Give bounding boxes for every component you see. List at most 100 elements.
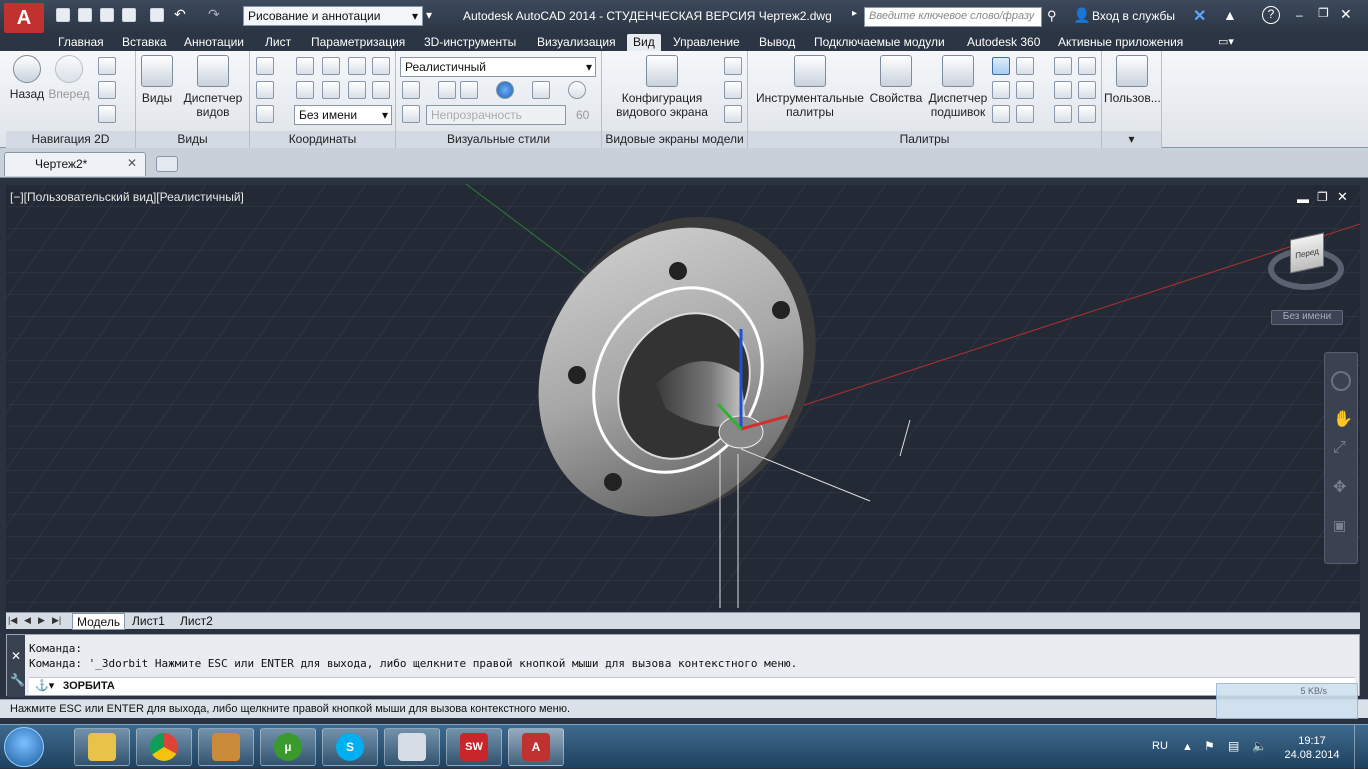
views-button[interactable]: Виды [138,55,176,105]
drawing-viewport[interactable]: [−][Пользовательский вид][Реалистичный] … [6,184,1360,612]
volume-icon[interactable]: 🔈 [1252,739,1267,753]
showmotion-icon[interactable]: ▣ [1333,517,1346,534]
tab-plugins[interactable]: Подключаемые модули [808,34,951,51]
pan-hand-icon[interactable]: ✋ [1333,409,1353,429]
binoculars-icon[interactable]: ⚲ [1047,8,1057,24]
task-calculator[interactable] [384,728,440,766]
task-skype[interactable]: S [322,728,378,766]
tab-featured-apps[interactable]: Активные приложения [1052,34,1189,51]
close-icon[interactable]: ✕ [127,156,137,170]
network-icon[interactable]: ▤ [1228,739,1239,753]
ucs-y-icon[interactable] [348,57,366,75]
external-refs-icon[interactable] [992,81,1010,99]
ucs-icon[interactable] [256,57,274,75]
action-center-icon[interactable]: ⚑ [1204,739,1215,753]
redo-icon[interactable]: ↷ [208,6,220,23]
file-tab-current[interactable]: Чертеж2* ✕ [4,152,146,176]
autocad-logo-icon[interactable]: A [4,3,44,33]
viewport-minimize-icon[interactable]: ▬ [1297,192,1309,206]
viewport-controls-label[interactable]: [−][Пользовательский вид][Реалистичный] [10,190,244,204]
next-layout-icon[interactable]: ▶ [38,615,45,626]
exchange-icon[interactable]: ✕ [1193,6,1206,26]
prev-layout-icon[interactable]: ◀ [24,615,31,626]
properties-button[interactable]: Свойства [868,55,924,105]
ucs-face-icon[interactable] [256,105,274,123]
lighting-icon[interactable] [532,81,550,99]
user-interface-button[interactable]: Пользов... [1104,55,1161,105]
command-line-grip[interactable]: ✕ 🔧 [7,635,25,697]
view-manager-button[interactable]: Диспетчер видов [180,55,246,119]
restore-viewports-icon[interactable] [724,105,742,123]
edge-style-icon[interactable] [402,81,420,99]
dbconnect-icon[interactable] [1016,105,1034,123]
workspace-select[interactable]: Рисование и аннотации ▾ [243,6,423,26]
task-utorrent[interactable]: µ [260,728,316,766]
command-line-icon[interactable] [992,57,1010,75]
materials-browser-icon[interactable] [1054,57,1072,75]
tab-parametric[interactable]: Параметризация [305,34,411,51]
ucs-z-icon[interactable] [372,57,390,75]
help-icon[interactable]: ? [1262,6,1280,24]
task-chrome[interactable] [136,728,192,766]
show-desktop-button[interactable] [1354,725,1368,769]
sheet-manager-button[interactable]: Диспетчер подшивок [926,55,990,119]
ucs-x-icon[interactable] [322,57,340,75]
orbit-icon[interactable] [98,81,116,99]
back-button[interactable]: Назад [8,55,46,101]
opacity-slider[interactable]: Непрозрачность [426,105,566,125]
tab-insert[interactable]: Вставка [116,34,173,51]
steering-wheel-icon[interactable] [1331,371,1351,391]
named-view-menu[interactable]: Без имени [1271,310,1343,325]
search-expand-icon[interactable]: ▸ [852,8,857,19]
tool-palettes-button[interactable]: Инструментальные палитры [752,55,868,119]
ucs-world-icon[interactable] [296,57,314,75]
viewport-close-icon[interactable]: ✕ [1337,189,1348,205]
save-icon[interactable] [100,8,114,22]
customize-wrench-icon[interactable]: 🔧 [10,673,25,687]
command-input[interactable]: ⚓▾ 3ОРБИТА [29,677,1355,695]
language-indicator[interactable]: RU [1152,740,1168,752]
x-ray-icon[interactable] [460,81,478,99]
viewcube-front-face[interactable]: Перед [1290,232,1324,274]
tab-layout[interactable]: Лист [259,34,297,51]
ucs-previous-icon[interactable] [296,81,314,99]
signin-button[interactable]: Вход в службы [1092,9,1175,23]
task-autocad[interactable]: A [508,728,564,766]
ucs-zaxis-icon[interactable] [372,81,390,99]
close-icon[interactable]: ✕ [11,649,21,663]
join-viewports-icon[interactable] [724,81,742,99]
zoom-icon[interactable] [98,105,116,123]
open-file-icon[interactable] [78,8,92,22]
tab-autodesk360[interactable]: Autodesk 360 [961,34,1046,51]
start-button[interactable] [4,727,44,767]
ucs-select[interactable]: Без имени ▾ [294,105,392,125]
ucs-3point-icon[interactable] [348,81,366,99]
close-icon[interactable]: ✕ [1340,6,1352,23]
layout-tab-sheet2[interactable]: Лист2 [176,613,217,630]
light-list-icon[interactable] [1078,105,1096,123]
forward-button[interactable]: Вперед [48,55,90,101]
viewport-config-button[interactable]: Конфигурация видового экрана [608,55,716,119]
tab-home[interactable]: Главная [52,34,110,51]
restore-icon[interactable]: ❐ [1318,6,1329,20]
task-solidworks[interactable]: SW [446,728,502,766]
ucs-view-icon[interactable] [322,81,340,99]
tab-render[interactable]: Визуализация [531,34,622,51]
command-prompt-icon[interactable]: ⚓▾ [35,679,54,692]
lights-icon[interactable] [1054,81,1072,99]
orbit-icon[interactable]: ✥ [1333,477,1346,497]
sun-properties-icon[interactable] [1054,105,1072,123]
print-icon[interactable] [150,8,164,22]
layout-tab-sheet1[interactable]: Лист1 [128,613,169,630]
task-explorer[interactable] [74,728,130,766]
opacity-icon[interactable] [402,105,420,123]
task-media[interactable] [198,728,254,766]
tray-expand-icon[interactable]: ▲ [1182,741,1193,753]
shadows-icon[interactable] [496,81,514,99]
design-center-icon[interactable] [1016,57,1034,75]
save-as-icon[interactable] [122,8,136,22]
panel-expand-icon[interactable]: ▾ [1102,131,1161,148]
tab-output[interactable]: Вывод [753,34,801,51]
calculator-icon[interactable] [1016,81,1034,99]
tab-view[interactable]: Вид [627,34,661,51]
